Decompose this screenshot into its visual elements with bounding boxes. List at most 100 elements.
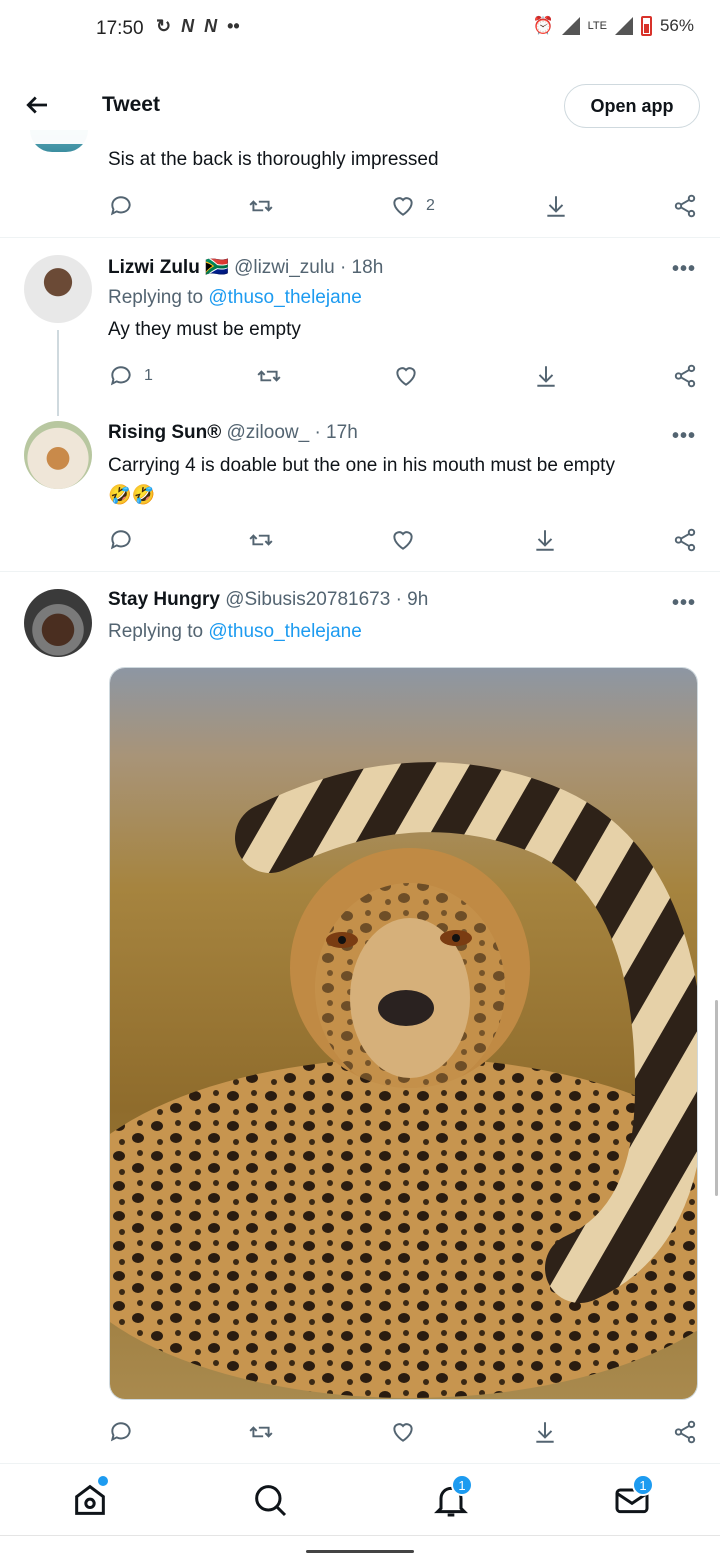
replying-prefix: Replying to (108, 287, 204, 308)
tweet-text: Carrying 4 is doable but the one in his … (108, 455, 615, 476)
nav-notifications[interactable]: 1 (431, 1474, 473, 1520)
reply-button[interactable] (108, 1419, 134, 1445)
tweet-emojis: 🤣🤣 (108, 485, 156, 506)
share-icon (674, 364, 696, 388)
share-icon (674, 528, 696, 552)
signal-icon (614, 17, 633, 35)
status-time: 17:50 (96, 18, 144, 39)
user-name[interactable]: Rising Sun® (108, 422, 221, 443)
tweet-image[interactable] (109, 667, 698, 1400)
mention-link[interactable]: @thuso_thelejane (208, 287, 361, 308)
thread-line (57, 330, 59, 416)
share-button[interactable] (672, 193, 698, 219)
nav-messages[interactable]: 1 (612, 1474, 654, 1520)
share-button[interactable] (672, 527, 698, 553)
sync-icon: ↻ (156, 16, 172, 36)
tweet-header: Lizwi Zulu 🇿🇦 @lizwi_zulu · 18h (108, 255, 383, 279)
battery-icon (640, 16, 652, 36)
status-bar: 17:50 ↻ N N •• ⏰ LTE 56% (0, 0, 720, 60)
download-icon (547, 196, 565, 217)
bottom-nav: 1 1 (0, 1463, 720, 1535)
user-handle[interactable]: @ziloow_ (227, 422, 310, 443)
retweet-icon (249, 200, 273, 212)
heart-icon (396, 367, 416, 386)
share-button[interactable] (672, 1419, 698, 1445)
avatar[interactable] (24, 255, 92, 323)
reply-icon (110, 1422, 131, 1442)
like-button[interactable]: 2 (390, 193, 435, 219)
like-button[interactable] (390, 527, 416, 553)
share-button[interactable] (672, 363, 698, 389)
home-unread-dot (98, 1476, 108, 1486)
top-header: Tweet Open app (0, 68, 720, 144)
tweet-time: · 17h (314, 422, 358, 443)
more-options-button[interactable]: ••• (672, 425, 696, 448)
scrollbar[interactable] (715, 1000, 718, 1196)
reply-button[interactable] (108, 527, 134, 553)
retweet-button[interactable] (248, 1419, 274, 1445)
retweet-button[interactable] (248, 527, 274, 553)
notifications-badge: 1 (451, 1474, 473, 1496)
reply-icon (110, 530, 131, 550)
gesture-handle[interactable] (306, 1550, 414, 1553)
download-button[interactable] (543, 193, 569, 219)
retweet-icon (257, 370, 281, 382)
reply-icon (110, 196, 131, 216)
share-icon (674, 1420, 696, 1444)
battery-percent: 56% (659, 16, 694, 35)
like-button[interactable] (390, 1419, 416, 1445)
like-count: 2 (426, 197, 435, 214)
divider (0, 237, 720, 238)
messages-badge: 1 (632, 1474, 654, 1496)
reply-count: 1 (144, 367, 153, 384)
n-icon: N (204, 16, 218, 36)
more-options-button[interactable]: ••• (672, 258, 696, 281)
download-button[interactable] (533, 363, 559, 389)
signal-icon (561, 17, 580, 35)
reply-button[interactable]: 1 (108, 363, 153, 389)
tweet-text: Ay they must be empty (108, 319, 301, 340)
replying-prefix: Replying to (108, 621, 204, 642)
tweet-actions (108, 1419, 700, 1449)
page-title: Tweet (102, 93, 160, 116)
divider (0, 571, 720, 572)
more-options-button[interactable]: ••• (672, 592, 696, 615)
heart-icon (393, 197, 413, 216)
user-name[interactable]: Stay Hungry (108, 589, 220, 610)
reply-button[interactable] (108, 193, 134, 219)
open-app-button[interactable]: Open app (564, 84, 700, 128)
tweet-header: Stay Hungry @Sibusis20781673 · 9h (108, 589, 428, 611)
user-handle[interactable]: @Sibusis20781673 (225, 589, 390, 610)
download-button[interactable] (532, 527, 558, 553)
avatar[interactable] (24, 421, 92, 489)
retweet-button[interactable] (248, 193, 274, 219)
back-arrow-icon[interactable] (22, 90, 52, 120)
heart-icon (393, 531, 413, 550)
download-icon (537, 366, 555, 387)
retweet-button[interactable] (256, 363, 282, 389)
like-button[interactable] (393, 363, 419, 389)
nav-home[interactable] (70, 1476, 110, 1520)
replying-to: Replying to @thuso_thelejane (108, 621, 362, 643)
download-button[interactable] (532, 1419, 558, 1445)
home-icon (75, 1484, 105, 1515)
share-icon (674, 194, 696, 218)
status-right-icons: ⏰ LTE 56% (532, 16, 694, 36)
tweet-time: · 18h (339, 257, 384, 278)
lte-icon: LTE (587, 20, 607, 32)
user-handle[interactable]: @lizwi_zulu (234, 257, 335, 278)
tweet-actions (108, 527, 700, 557)
reply-icon (110, 366, 131, 386)
heart-icon (393, 1423, 413, 1442)
status-left-icons: ↻ N N •• (156, 16, 240, 37)
retweet-icon (249, 1426, 273, 1438)
gesture-bar (0, 1535, 720, 1560)
nav-search[interactable] (250, 1480, 290, 1520)
retweet-icon (249, 534, 273, 546)
avatar[interactable] (24, 589, 92, 657)
mention-link[interactable]: @thuso_thelejane (208, 621, 361, 642)
more-dots-icon: •• (227, 16, 240, 36)
alarm-icon: ⏰ (532, 16, 554, 35)
tweet-actions: 2 (108, 193, 700, 223)
user-name[interactable]: Lizwi Zulu (108, 257, 200, 278)
